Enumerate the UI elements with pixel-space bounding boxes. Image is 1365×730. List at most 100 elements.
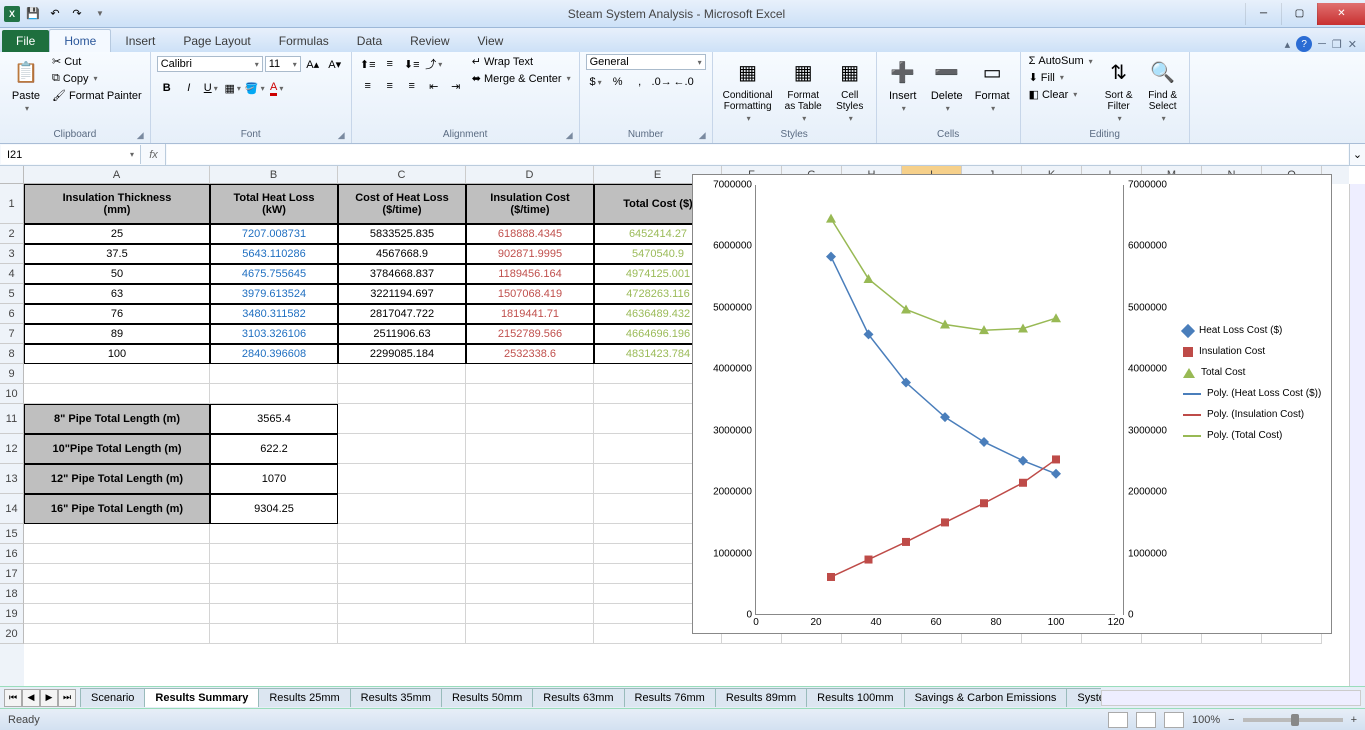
- align-middle-button[interactable]: ≡: [380, 54, 400, 74]
- row-header-14[interactable]: 14: [0, 494, 24, 524]
- ribbon-minimize-icon[interactable]: ▴: [1285, 38, 1291, 51]
- col-header-B[interactable]: B: [210, 166, 338, 184]
- row-header-1[interactable]: 1: [0, 184, 24, 224]
- col-header-D[interactable]: D: [466, 166, 594, 184]
- fill-color-button[interactable]: 🪣▾: [245, 78, 265, 98]
- minimize-button[interactable]: ─: [1245, 3, 1281, 25]
- cell[interactable]: [338, 384, 466, 404]
- vertical-scrollbar[interactable]: [1349, 184, 1365, 706]
- row-header-4[interactable]: 4: [0, 264, 24, 284]
- row-header-5[interactable]: 5: [0, 284, 24, 304]
- cell[interactable]: [210, 544, 338, 564]
- sheet-tab[interactable]: Results Summary: [144, 688, 259, 707]
- cell[interactable]: 3565.4: [210, 404, 338, 434]
- row-header-13[interactable]: 13: [0, 464, 24, 494]
- tab-data[interactable]: Data: [343, 30, 396, 52]
- sheet-tab[interactable]: Results 50mm: [441, 688, 533, 707]
- cell[interactable]: 63: [24, 284, 210, 304]
- qat-save-button[interactable]: 💾: [24, 5, 42, 23]
- sheet-nav-next[interactable]: ▶: [40, 689, 58, 707]
- tab-insert[interactable]: Insert: [111, 30, 169, 52]
- cell[interactable]: [466, 564, 594, 584]
- cell[interactable]: [466, 494, 594, 524]
- cell[interactable]: Total Heat Loss(kW): [210, 184, 338, 224]
- cell[interactable]: [24, 384, 210, 404]
- align-center-button[interactable]: ≡: [380, 76, 400, 96]
- copy-button[interactable]: ⧉Copy▾: [50, 71, 144, 86]
- font-size-combo[interactable]: 11▾: [265, 56, 301, 72]
- qat-undo-button[interactable]: ↶: [46, 5, 64, 23]
- fx-icon[interactable]: fx: [142, 144, 166, 165]
- paste-button[interactable]: 📋 Paste ▾: [6, 54, 46, 115]
- bold-button[interactable]: B: [157, 78, 177, 98]
- accounting-button[interactable]: $▾: [586, 72, 606, 92]
- cell[interactable]: [24, 544, 210, 564]
- row-header-9[interactable]: 9: [0, 364, 24, 384]
- row-header-17[interactable]: 17: [0, 564, 24, 584]
- cell[interactable]: [24, 524, 210, 544]
- view-layout-button[interactable]: [1136, 712, 1156, 728]
- row-header-15[interactable]: 15: [0, 524, 24, 544]
- cell[interactable]: 16" Pipe Total Length (m): [24, 494, 210, 524]
- format-as-table-button[interactable]: ▦Format as Table▾: [781, 54, 826, 125]
- cell[interactable]: 89: [24, 324, 210, 344]
- row-header-12[interactable]: 12: [0, 434, 24, 464]
- delete-cells-button[interactable]: ➖Delete▾: [927, 54, 967, 115]
- cell[interactable]: [24, 564, 210, 584]
- zoom-in-button[interactable]: +: [1351, 714, 1357, 726]
- conditional-formatting-button[interactable]: ▦Conditional Formatting▾: [719, 54, 777, 125]
- row-header-6[interactable]: 6: [0, 304, 24, 324]
- zoom-slider[interactable]: [1243, 718, 1343, 722]
- cell[interactable]: [210, 604, 338, 624]
- sheet-nav-first[interactable]: ⏮: [4, 689, 22, 707]
- cell[interactable]: 12" Pipe Total Length (m): [24, 464, 210, 494]
- comma-button[interactable]: ,: [630, 72, 650, 92]
- cell[interactable]: 9304.25: [210, 494, 338, 524]
- increase-font-button[interactable]: A▴: [303, 54, 323, 74]
- format-painter-button[interactable]: 🖌Format Painter: [50, 88, 144, 103]
- sort-filter-button[interactable]: ⇅Sort & Filter▾: [1099, 54, 1139, 125]
- cell[interactable]: Insulation Thickness(mm): [24, 184, 210, 224]
- row-header-20[interactable]: 20: [0, 624, 24, 644]
- sheet-nav-prev[interactable]: ◀: [22, 689, 40, 707]
- cell[interactable]: [338, 524, 466, 544]
- cell[interactable]: [24, 584, 210, 604]
- cell[interactable]: Insulation Cost($/time): [466, 184, 594, 224]
- cell[interactable]: [338, 604, 466, 624]
- cell[interactable]: 2299085.184: [338, 344, 466, 364]
- name-box[interactable]: I21▾: [1, 145, 141, 164]
- window-restore-icon[interactable]: ❐: [1332, 38, 1342, 51]
- cell[interactable]: 7207.008731: [210, 224, 338, 244]
- cell[interactable]: [338, 564, 466, 584]
- cut-button[interactable]: ✂Cut: [50, 54, 144, 69]
- cell[interactable]: 3221194.697: [338, 284, 466, 304]
- cell[interactable]: 76: [24, 304, 210, 324]
- decrease-indent-button[interactable]: ⇤: [424, 76, 444, 96]
- row-header-19[interactable]: 19: [0, 604, 24, 624]
- cell[interactable]: [338, 494, 466, 524]
- col-header-C[interactable]: C: [338, 166, 466, 184]
- cell[interactable]: [338, 464, 466, 494]
- orientation-button[interactable]: ⤴▾: [424, 54, 444, 74]
- row-header-16[interactable]: 16: [0, 544, 24, 564]
- number-format-combo[interactable]: General▾: [586, 54, 706, 70]
- cell[interactable]: 2840.396608: [210, 344, 338, 364]
- number-launcher[interactable]: ◢: [699, 130, 706, 141]
- cell[interactable]: 618888.4345: [466, 224, 594, 244]
- cell[interactable]: [466, 604, 594, 624]
- window-minimize-icon[interactable]: ─: [1318, 38, 1326, 50]
- decrease-font-button[interactable]: A▾: [325, 54, 345, 74]
- cell[interactable]: [466, 544, 594, 564]
- row-header-10[interactable]: 10: [0, 384, 24, 404]
- cell[interactable]: [466, 524, 594, 544]
- cell[interactable]: [466, 624, 594, 644]
- tab-formulas[interactable]: Formulas: [265, 30, 343, 52]
- row-header-18[interactable]: 18: [0, 584, 24, 604]
- cell[interactable]: [210, 624, 338, 644]
- formula-expand-button[interactable]: ⌄: [1349, 144, 1365, 165]
- cell[interactable]: [338, 584, 466, 604]
- cell[interactable]: [338, 544, 466, 564]
- cell[interactable]: 2511906.63: [338, 324, 466, 344]
- clear-button[interactable]: ◧Clear▾: [1027, 87, 1095, 102]
- help-icon[interactable]: ?: [1296, 36, 1312, 52]
